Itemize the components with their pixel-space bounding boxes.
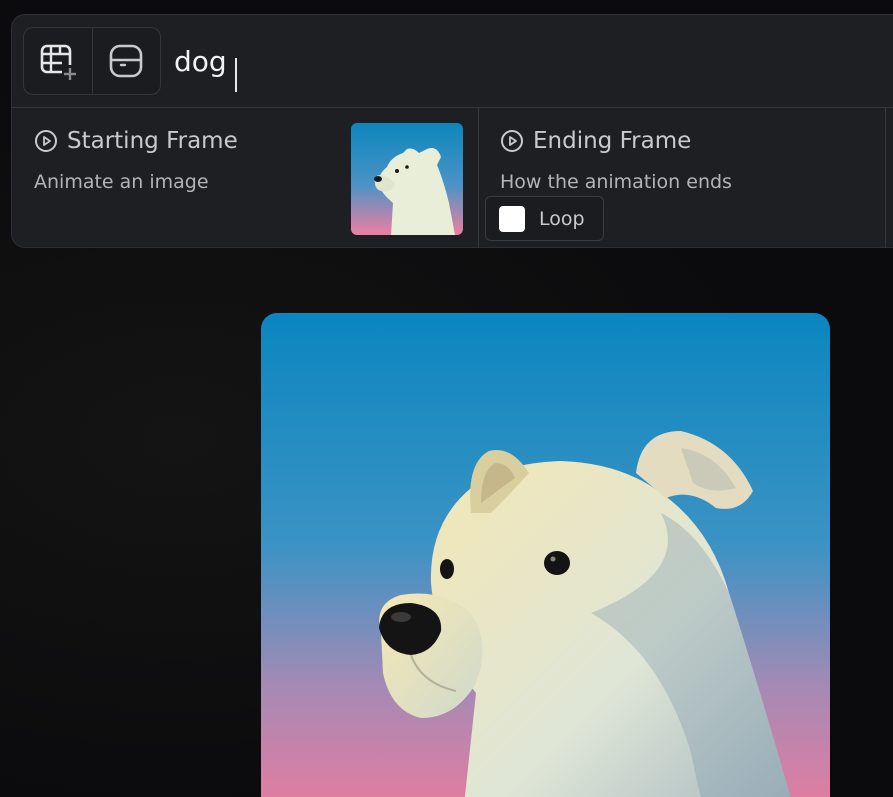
mode-toggle-group bbox=[23, 27, 161, 95]
ending-frame-label: Ending Frame bbox=[533, 128, 692, 154]
film-plus-icon bbox=[40, 44, 78, 81]
generated-image[interactable] bbox=[261, 313, 830, 797]
starting-frame-label: Starting Frame bbox=[67, 128, 238, 154]
starting-frame-title: Starting Frame bbox=[34, 128, 238, 154]
starting-frame-subtitle: Animate an image bbox=[34, 171, 209, 193]
ending-frame-section[interactable]: Ending Frame How the animation ends Loop bbox=[479, 108, 886, 248]
starting-frame-section[interactable]: Starting Frame Animate an image bbox=[12, 108, 479, 248]
starting-frame-thumbnail[interactable] bbox=[351, 123, 463, 235]
prompt-input[interactable] bbox=[174, 41, 874, 81]
loop-checkbox-box[interactable] bbox=[499, 205, 525, 232]
prompt-bar bbox=[12, 15, 893, 108]
loop-checkbox[interactable]: Loop bbox=[485, 196, 604, 241]
play-circle-icon bbox=[501, 130, 523, 152]
text-caret bbox=[235, 58, 237, 92]
generation-panel: Starting Frame Animate an image bbox=[11, 14, 893, 248]
add-video-button[interactable] bbox=[24, 28, 92, 94]
loop-label: Loop bbox=[539, 207, 585, 230]
dog-image bbox=[261, 313, 830, 797]
ending-frame-title: Ending Frame bbox=[500, 128, 691, 154]
play-circle-icon bbox=[35, 130, 57, 152]
ending-frame-subtitle: How the animation ends bbox=[500, 171, 732, 193]
app-page: Starting Frame Animate an image bbox=[0, 0, 893, 797]
frame-icon bbox=[109, 44, 143, 78]
frame-mode-button[interactable] bbox=[91, 28, 161, 94]
dog-thumbnail-image bbox=[351, 123, 463, 235]
